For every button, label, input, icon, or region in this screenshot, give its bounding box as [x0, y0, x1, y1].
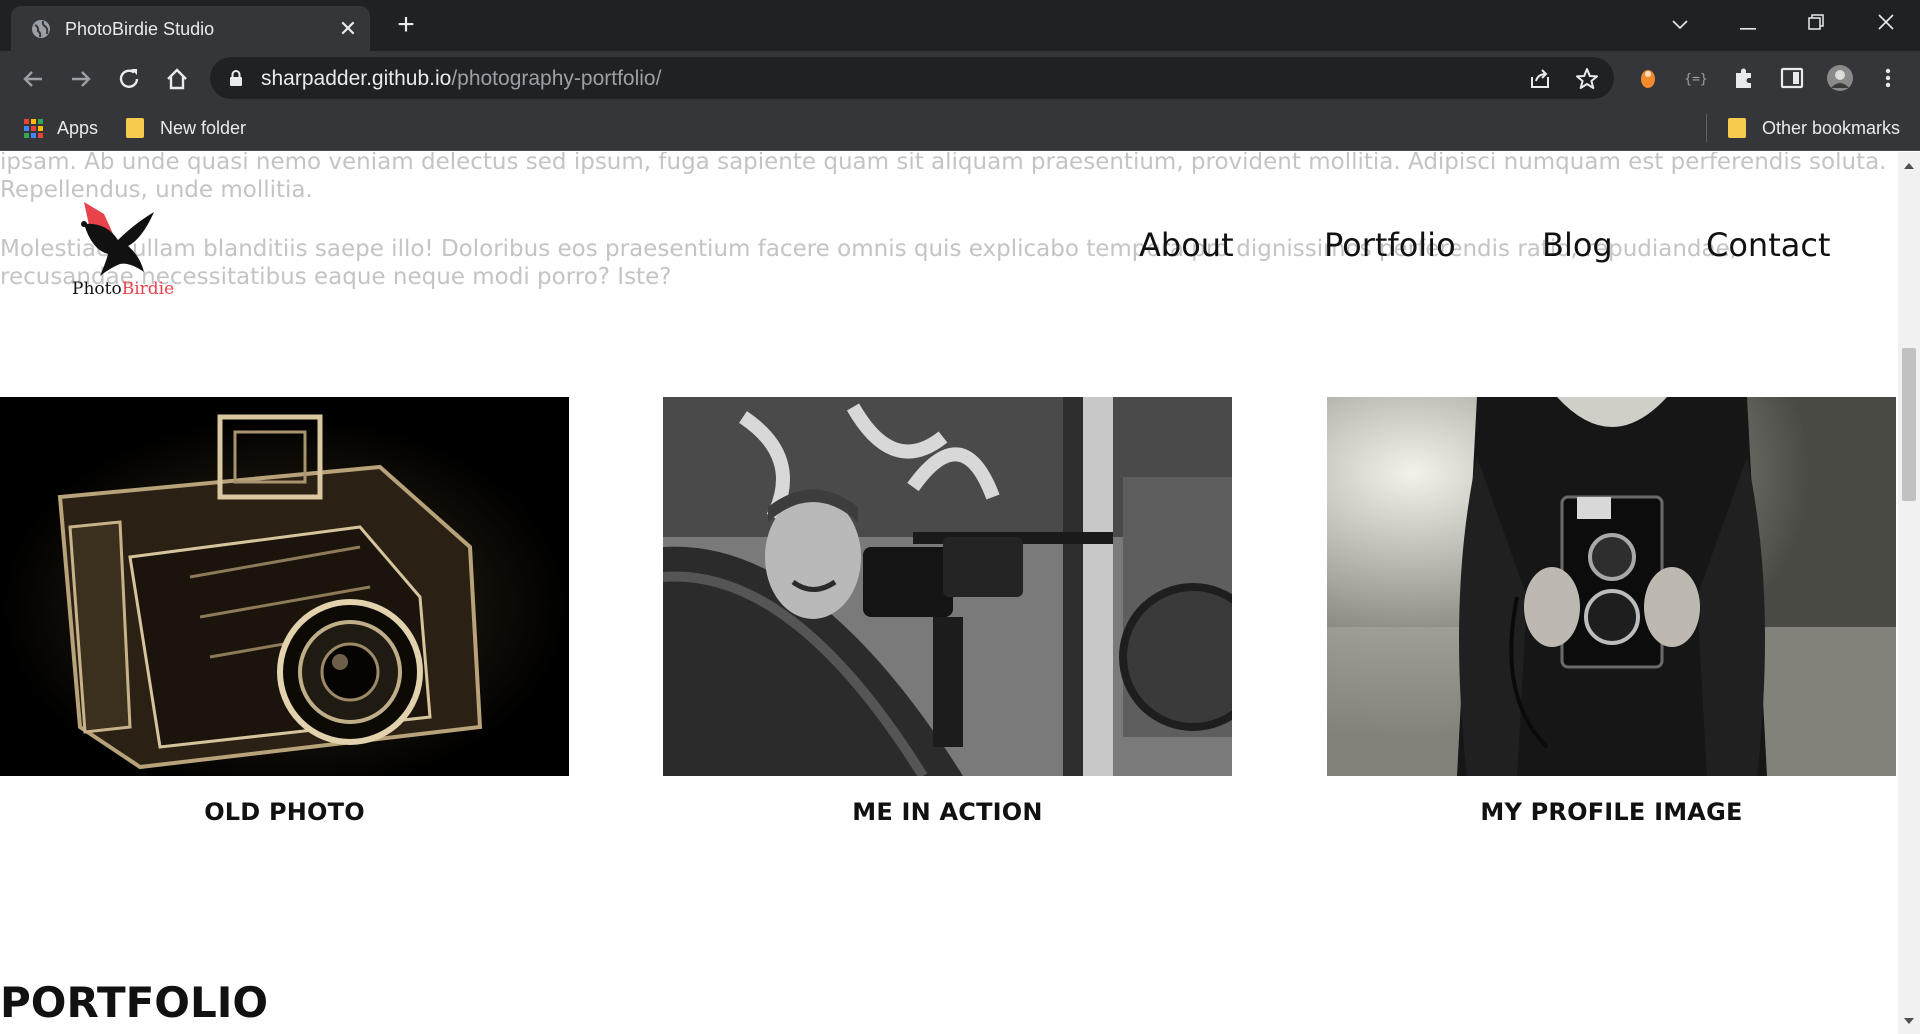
extensions-puzzle-icon[interactable] [1730, 64, 1758, 92]
card-caption: ME IN ACTION [852, 798, 1043, 826]
portfolio-heading: PORTFOLIO [0, 978, 269, 1027]
restore-button[interactable] [1796, 8, 1836, 38]
nav-about[interactable]: About [1139, 226, 1234, 264]
extension-orange-icon[interactable] [1634, 64, 1662, 92]
home-icon[interactable] [162, 64, 192, 94]
reading-list-icon[interactable] [1778, 64, 1806, 92]
card-caption: MY PROFILE IMAGE [1480, 798, 1743, 826]
chrome-menu-icon[interactable] [1874, 64, 1902, 92]
close-window-button[interactable] [1866, 8, 1906, 38]
forward-icon[interactable] [66, 64, 96, 94]
lock-icon [230, 70, 242, 86]
svg-text:{=}: {=} [1684, 72, 1707, 87]
back-icon[interactable] [18, 64, 48, 94]
profile-avatar-icon[interactable] [1826, 64, 1854, 92]
gallery-card[interactable]: OLD PHOTO [0, 397, 569, 826]
tab-strip: PhotoBirdie Studio ✕ + [0, 0, 1920, 51]
browser-tab[interactable]: PhotoBirdie Studio ✕ [11, 6, 370, 51]
bird-logo-icon [81, 202, 154, 276]
background-paragraph-line: Repellendus, unde mollitia. [0, 177, 313, 203]
nav-blog[interactable]: Blog [1542, 226, 1613, 264]
bookmark-other[interactable]: Other bookmarks [1728, 114, 1900, 142]
reload-icon[interactable] [114, 64, 144, 94]
extension-brackets-icon[interactable]: {=} [1682, 64, 1710, 92]
scroll-up-arrow-icon[interactable] [1904, 163, 1914, 169]
bookmarks-separator [1706, 114, 1707, 142]
gallery-card[interactable]: ME IN ACTION [663, 397, 1232, 826]
background-paragraph-line: Molestiae nullam blanditiis saepe illo! … [0, 236, 1738, 262]
scrollbar-thumb[interactable] [1902, 348, 1916, 501]
address-bar[interactable]: sharpadder.github.io/photography-portfol… [210, 57, 1614, 99]
background-paragraph-line: ipsam. Ab unde quasi nemo veniam delectu… [0, 152, 1887, 175]
close-tab-icon[interactable]: ✕ [337, 18, 359, 40]
background-paragraph-line: recusandae necessitatibus eaque neque mo… [0, 264, 672, 290]
nav-portfolio[interactable]: Portfolio [1324, 226, 1456, 264]
minimize-button[interactable] [1728, 8, 1768, 38]
bookmark-label: Apps [57, 117, 99, 138]
apps-grid-icon [24, 118, 43, 138]
url-text: sharpadder.github.io/photography-portfol… [261, 67, 662, 90]
browser-toolbar: sharpadder.github.io/photography-portfol… [0, 51, 1920, 106]
page-scrollbar[interactable] [1898, 152, 1920, 1034]
share-icon[interactable] [1528, 67, 1552, 91]
scroll-down-arrow-icon[interactable] [1904, 1018, 1914, 1024]
bookmark-apps[interactable]: Apps [24, 114, 98, 142]
bookmark-label: Other bookmarks [1762, 117, 1901, 138]
tab-search-icon[interactable] [1660, 8, 1700, 38]
page-viewport: ipsam. Ab unde quasi nemo veniam delectu… [0, 152, 1898, 1034]
me-in-action-photo [663, 397, 1232, 776]
logo-wordmark: PhotoBirdie [72, 279, 175, 299]
old-camera-photo [0, 397, 569, 776]
folder-icon [1728, 118, 1746, 138]
new-tab-button[interactable]: + [392, 10, 420, 40]
tab-title: PhotoBirdie Studio [65, 19, 215, 39]
folder-icon [126, 118, 144, 138]
bookmark-star-icon[interactable] [1574, 66, 1600, 92]
profile-image-photo [1327, 397, 1896, 776]
nav-contact[interactable]: Contact [1706, 226, 1831, 264]
globe-icon [32, 20, 50, 38]
bookmark-label: New folder [160, 117, 247, 138]
bookmarks-bar: Apps New folder Other bookmarks [0, 106, 1920, 151]
bookmark-new-folder[interactable]: New folder [126, 114, 246, 142]
site-logo[interactable]: PhotoBirdie [70, 184, 180, 299]
gallery-card[interactable]: MY PROFILE IMAGE [1327, 397, 1896, 826]
card-caption: OLD PHOTO [204, 798, 365, 826]
